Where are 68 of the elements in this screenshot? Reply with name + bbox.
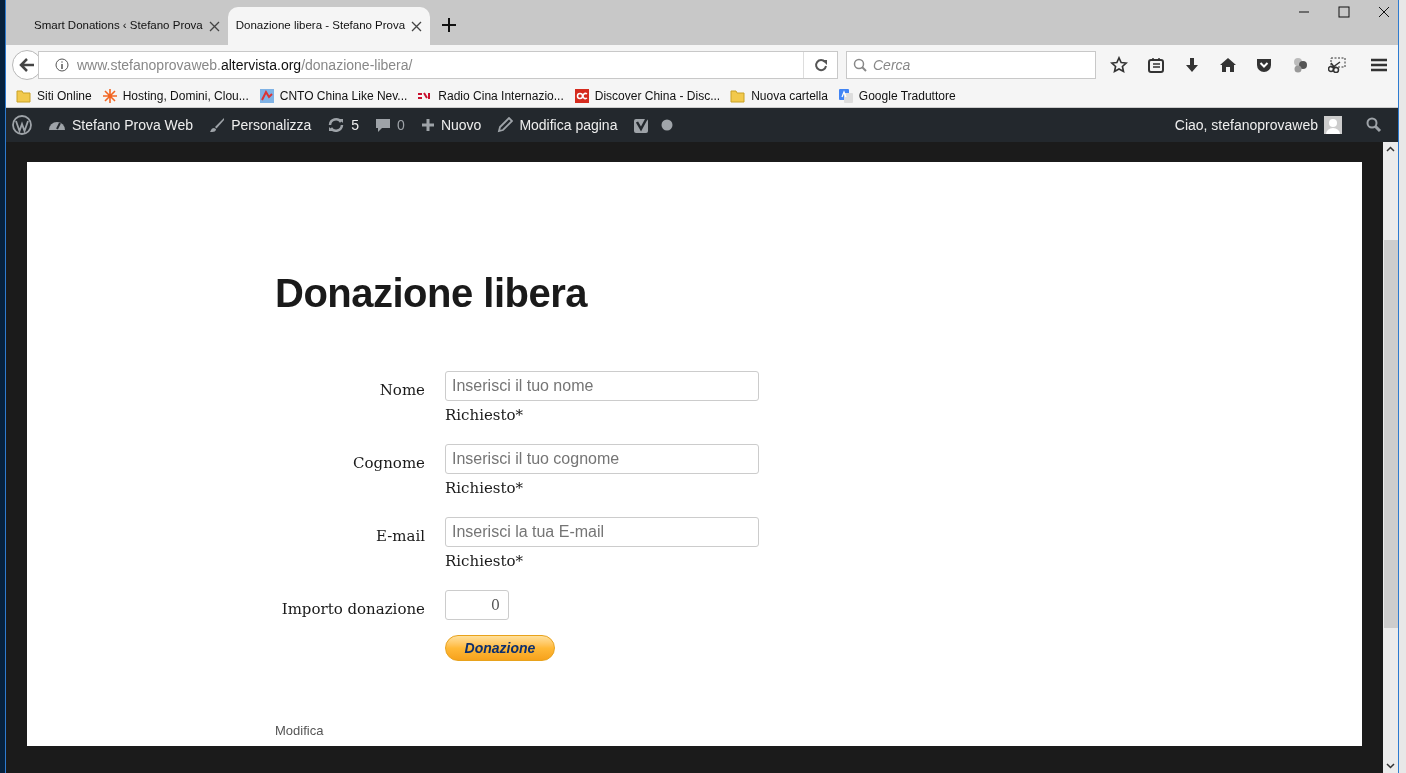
admin-bar-link[interactable]: Stefano Prova Web: [72, 114, 194, 136]
scroll-down-icon[interactable]: [1386, 763, 1395, 769]
search-icon: [853, 58, 867, 72]
refresh-icon: [327, 117, 346, 133]
reload-icon[interactable]: [813, 58, 828, 72]
star-icon[interactable]: [1110, 56, 1128, 74]
browser-tab[interactable]: Donazione libera - Stefano Prova: [227, 7, 431, 45]
required-note: Richiesto*: [445, 478, 524, 499]
info-icon: [55, 58, 69, 72]
folder-icon: [16, 88, 32, 104]
scissors-icon[interactable]: [1328, 57, 1346, 73]
search-icon: [1366, 117, 1382, 133]
comment-count[interactable]: 0: [397, 114, 405, 136]
close-tab-icon[interactable]: [411, 20, 423, 32]
bookmark-link[interactable]: Radio Cina Internazio...: [438, 87, 564, 105]
maximize-icon[interactable]: [1338, 6, 1350, 18]
menu-icon[interactable]: [1370, 57, 1388, 73]
site-favicon-icon: [258, 88, 275, 104]
translate-icon: [837, 88, 854, 104]
close-tab-icon[interactable]: [208, 20, 220, 32]
bookmark-link[interactable]: Nuova cartella: [751, 87, 828, 105]
donate-button[interactable]: Donazione: [445, 635, 555, 661]
new-tab-icon[interactable]: [442, 18, 457, 32]
admin-bar-link[interactable]: Modifica pagina: [519, 114, 618, 136]
wordpress-logo-icon[interactable]: [12, 115, 32, 135]
brush-icon: [209, 117, 226, 133]
status-dot-icon: [661, 119, 674, 131]
bookmark-link[interactable]: CNTO China Like Nev...: [279, 87, 408, 105]
bookmark-link[interactable]: Siti Online: [37, 87, 92, 105]
field-label: Nome: [379, 380, 425, 401]
field-label: Importo donazione: [281, 599, 425, 620]
update-count[interactable]: 5: [351, 114, 360, 136]
plus-icon: [420, 118, 435, 132]
asterisk-icon: [101, 88, 118, 104]
pocket-icon[interactable]: [1256, 57, 1272, 73]
amount-input-field[interactable]: 0: [445, 590, 509, 620]
back-arrow-icon: [19, 58, 35, 72]
bookmark-link[interactable]: Google Traduttore: [858, 87, 956, 105]
scrollbar[interactable]: [1383, 142, 1398, 773]
home-icon[interactable]: [1220, 57, 1236, 73]
bookmark-link[interactable]: Hosting, Domini, Clou...: [122, 87, 249, 105]
search-field[interactable]: Cerca: [846, 51, 1096, 79]
admin-bar-link[interactable]: Personalizza: [231, 114, 312, 136]
avatar-icon: [1324, 116, 1342, 134]
text-input-field[interactable]: Inserisci il tuo nome: [445, 371, 759, 401]
greeting-link[interactable]: Ciao, stefanoprovaweb: [1174, 114, 1318, 136]
address-bar[interactable]: www.stefanoprovaweb.altervista.org/donazione-libera/: [38, 51, 838, 79]
site-favicon-icon: [573, 88, 590, 104]
browser-tab[interactable]: Smart Donations ‹ Stefano Prova: [26, 7, 228, 45]
page-title: Donazione libera: [275, 270, 588, 317]
field-label: Cognome: [353, 453, 425, 474]
bookmark-link[interactable]: Discover China - Disc...: [594, 87, 721, 105]
text-input-field[interactable]: Inserisci il tuo cognome: [445, 444, 759, 474]
circles-icon[interactable]: [1292, 57, 1308, 73]
folder-icon: [730, 88, 747, 104]
download-icon[interactable]: [1184, 57, 1200, 73]
close-icon[interactable]: [1378, 6, 1390, 18]
reading-list-icon[interactable]: [1148, 57, 1164, 73]
edit-link[interactable]: Modifica: [275, 721, 324, 741]
comment-icon: [375, 117, 392, 133]
required-note: Richiesto*: [445, 405, 524, 426]
text-input-field[interactable]: Inserisci la tua E-mail: [445, 517, 759, 547]
pencil-icon: [497, 117, 514, 133]
scroll-up-icon[interactable]: [1386, 146, 1395, 152]
admin-bar-link[interactable]: Nuovo: [440, 114, 482, 136]
required-note: Richiesto*: [445, 551, 524, 572]
url-text: www.stefanoprovaweb.altervista.org/donazione-libera/: [77, 55, 414, 75]
field-label: E-mail: [375, 526, 425, 547]
